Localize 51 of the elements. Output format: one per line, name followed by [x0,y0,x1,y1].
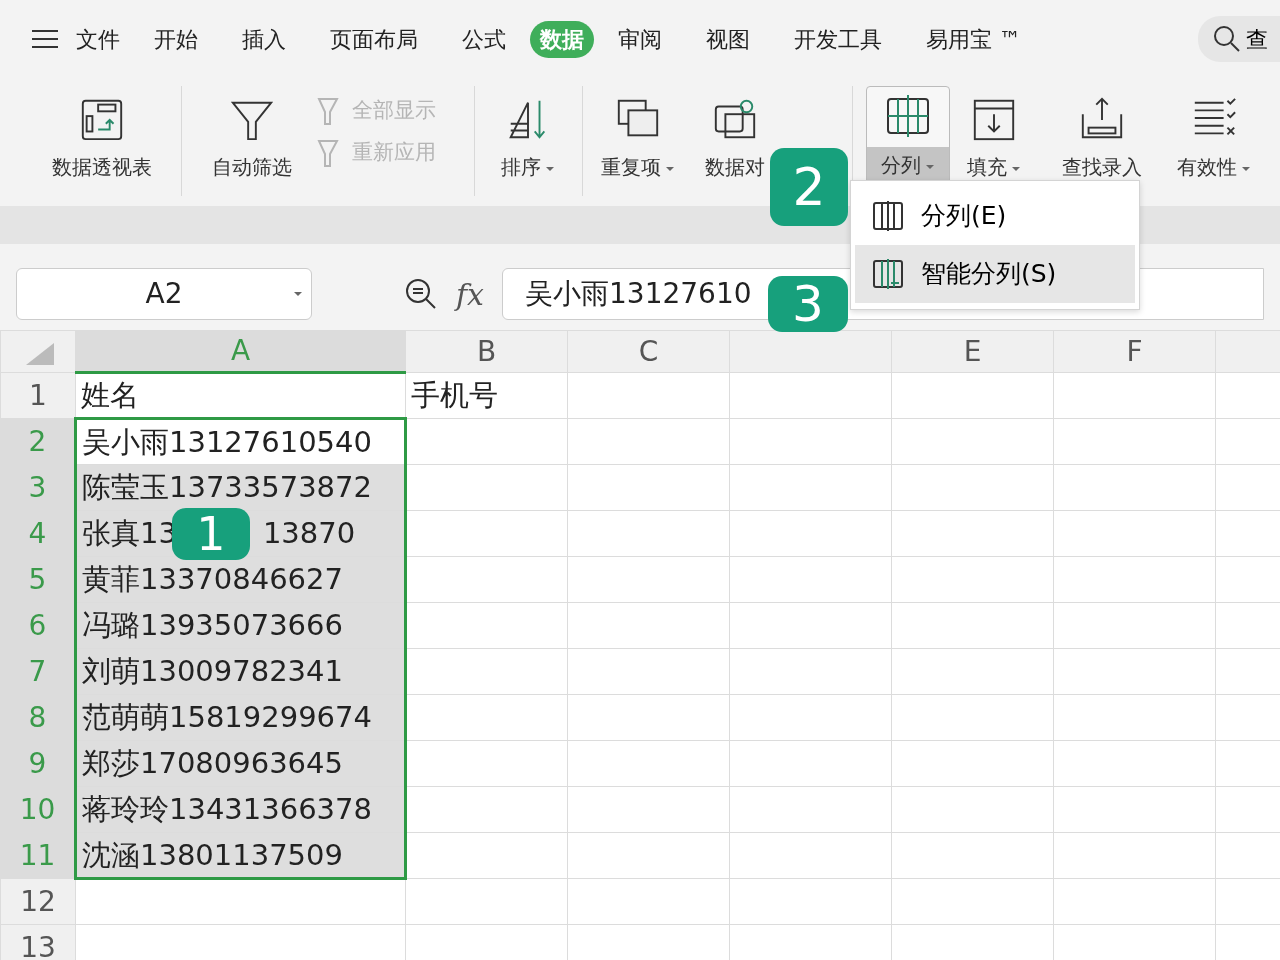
step-callout: 2 [770,148,848,226]
table-cell: 陈莹玉13733573872 [75,464,406,511]
name-box[interactable]: A2 [16,268,312,320]
menu-icon[interactable] [30,28,60,50]
table-cell: 范萌萌15819299674 [75,694,406,741]
table-cell: 手机号 [405,372,568,419]
caret-icon [925,163,935,170]
caret-icon [665,165,675,172]
search-icon [1212,24,1242,54]
column-header[interactable]: E [891,330,1054,373]
table-cell: 蒋玲玲13431366378 [75,786,406,833]
caret-icon [545,165,555,172]
table-cell: 冯璐13935073666 [75,602,406,649]
ribbon-button[interactable]: 重复项 [591,86,685,186]
step-callout: 1 [172,508,250,560]
table-cell: 沈涵13801137509 [75,832,406,879]
caret-icon [1011,165,1021,172]
step-callout: 3 [768,276,848,332]
split-columns-icon [871,199,905,233]
fx-label[interactable]: fx [456,271,485,317]
split-columns-icon [871,257,905,291]
menu-tab[interactable]: 审阅 [608,20,672,58]
search-button[interactable]: 查 [1198,16,1280,62]
menu-item[interactable]: 分列(E) [855,187,1135,245]
column-header[interactable]: B [405,330,568,373]
menu-tab[interactable]: 页面布局 [320,20,428,58]
menu-tab[interactable]: 视图 [696,20,760,58]
ribbon-button[interactable]: 填充 [954,86,1034,186]
row-header[interactable]: 1 [0,372,76,419]
caret-icon [293,291,303,297]
column-header[interactable]: C [567,330,730,373]
menu-tab[interactable]: 开始 [144,20,208,58]
zoom-icon[interactable] [404,277,438,311]
menu-tab[interactable]: 易用宝 ™ [916,20,1031,58]
ribbon-button[interactable]: 自动筛选 [196,86,308,186]
ribbon-button[interactable]: 排序 [486,86,570,186]
column-header[interactable]: F [1053,330,1216,373]
menu-item[interactable]: 智能分列(S) [855,245,1135,303]
row-header[interactable]: 13 [0,924,76,960]
table-cell: 黄菲13370846627 [75,556,406,603]
ribbon-button[interactable]: 查找录入 [1050,86,1154,186]
caret-icon [1241,165,1251,172]
table-cell: 郑莎17080963645 [75,740,406,787]
row-header[interactable]: 12 [0,878,76,925]
ribbon-button[interactable]: 数据透视表 [26,86,178,186]
menu-tab[interactable]: 文件 [66,20,130,58]
menu-tab[interactable]: 公式 [452,20,516,58]
table-cell: 刘萌13009782341 [75,648,406,695]
menu-tab[interactable]: 开发工具 [784,20,892,58]
ribbon-button[interactable]: 有效性 [1164,86,1264,186]
menu-tab[interactable]: 插入 [232,20,296,58]
